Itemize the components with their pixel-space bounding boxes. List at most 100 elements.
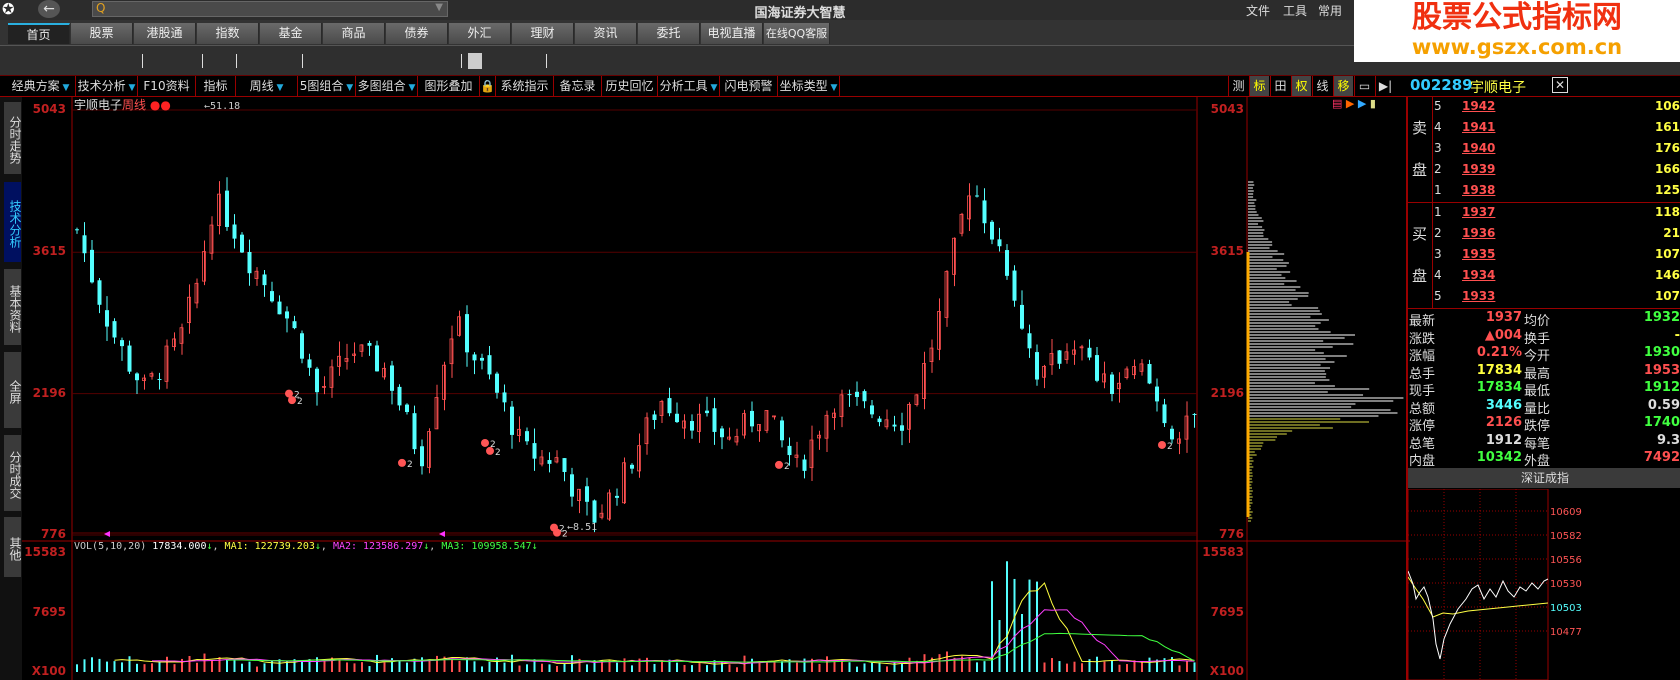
dropdown-arrow-icon[interactable]: ▼ [343,83,353,93]
right-tool-5[interactable]: 移 [1333,76,1353,96]
volume-ma-line [151,609,1195,664]
stock-code: 002289 [1410,76,1473,94]
search-input[interactable]: Q ▼ [92,1,448,17]
stat-v1: 10342 [1476,450,1522,465]
candle-body [300,333,304,359]
dropdown-arrow-icon[interactable]: ▼ [126,83,135,93]
tab-9[interactable]: 资讯 [575,23,637,44]
volume-tick-right: 15583 [1202,545,1244,559]
chevron-down-icon[interactable]: ▼ [435,2,443,13]
stat-v2: 1912 [1643,380,1680,395]
watermark-url: www.gszx.com.cn [1411,35,1623,59]
menu-common[interactable]: 常用 [1318,2,1342,19]
dropdown-arrow-icon[interactable]: ▼ [708,83,717,93]
range-marker-icon [439,531,445,537]
right-tool-6[interactable]: ▭ [1354,76,1374,96]
tab-11[interactable]: 电视直播 [701,23,763,44]
index-tick: 10556 [1550,555,1582,566]
menu-tools[interactable]: 工具 [1283,2,1307,19]
toolbar-label: 技术分析 [77,79,126,93]
back-button[interactable]: ← [38,0,60,18]
toolbar-item-3[interactable]: 指标 [196,76,236,96]
sidebar-tab-2[interactable]: 基本资料 [4,269,22,345]
bars-icon[interactable]: ▤ [1332,97,1342,110]
tab-3[interactable]: 指数 [197,23,259,44]
bookmark-icon[interactable]: ▮ [1370,97,1376,110]
toolbar-item-11[interactable]: 历史回忆 [602,76,658,96]
signal-label: 2 [1167,442,1173,452]
stat-v1: ▲004 [1484,327,1522,343]
dropdown-arrow-icon[interactable]: ▼ [60,83,69,93]
stat-k2: 外盘 [1524,454,1551,469]
candle-body [1110,374,1114,394]
order-lvl: 2 [1434,162,1442,176]
tab-6[interactable]: 债券 [386,23,448,44]
toolbar-item-10[interactable]: 备忘录 [554,76,602,96]
order-vol: 146 [1654,268,1680,282]
tab-5[interactable]: 商品 [323,23,385,44]
index-title[interactable]: 深证成指 [1408,468,1680,488]
order-price: 1940 [1462,141,1496,155]
toolbar-item-9[interactable]: 系统指示 [496,76,554,96]
candle-body [472,354,477,361]
price-tick-left: 5043 [32,102,66,116]
candle-body [720,428,724,438]
toolbar-item-13[interactable]: 闪电预警 [720,76,778,96]
signal-dot [288,396,296,405]
sidebar-tab-0[interactable]: 分时走势 [4,102,22,174]
news-icon[interactable] [468,53,482,69]
menu-file[interactable]: 文件 [1246,2,1270,19]
flag-blue-icon[interactable]: ▶ [1358,97,1366,110]
toolbar-item-1[interactable]: 技术分析 ▼ [76,76,138,96]
candle-body [997,239,1002,247]
toolbar-item-6[interactable]: 多图组合 ▼ [356,76,418,96]
right-tool-2[interactable]: 田 [1270,76,1290,96]
search-icon: Q [96,1,106,15]
flag-red-icon[interactable]: ▶ [1346,97,1354,110]
signal-label: 2 [495,448,501,458]
right-tool-7[interactable]: ▶| [1375,76,1395,96]
dropdown-arrow-icon[interactable]: ▼ [828,83,837,93]
dropdown-arrow-icon[interactable]: ▼ [406,83,415,93]
period-label[interactable]: 周线 [122,98,146,112]
index-tick: 10609 [1550,507,1582,518]
tab-8[interactable]: 理财 [512,23,574,44]
sidebar-tab-3[interactable]: 全屏 [4,352,22,428]
candle-body [1012,270,1017,301]
tab-4[interactable]: 基金 [260,23,322,44]
toolbar-item-5[interactable]: 5图组合 ▼ [298,76,356,96]
stat-k1: 最新 [1409,314,1436,329]
candle-body [375,345,379,372]
toolbar-item-0[interactable]: 经典方案 ▼ [6,76,76,96]
right-tool-3[interactable]: 权 [1291,76,1311,96]
toolbar-item-2[interactable]: F10资料 [138,76,196,96]
candle-body [1057,350,1062,364]
kline-chart[interactable]: 222222222 宇顺电子周线 ●● ←51.18 ←8.51 VOL(5,1… [22,97,1410,680]
app-logo-icon[interactable]: ✪ [2,0,24,18]
tab-2[interactable]: 港股通 [134,23,196,44]
right-tool-1[interactable]: 标 [1249,76,1269,96]
stat-k1: 涨幅 [1409,349,1436,364]
sidebar-tab-5[interactable]: 其他 [4,517,22,577]
candle-body [1192,413,1197,415]
toolbar-item-8[interactable]: 🔒 [480,76,496,96]
toolbar-item-4[interactable]: 周线 ▼ [236,76,298,96]
tab-7[interactable]: 外汇 [449,23,511,44]
candle-body [510,406,514,435]
tab-10[interactable]: 委托 [638,23,700,44]
tab-12[interactable]: 在线QQ客服 [764,23,830,44]
right-tool-0[interactable]: 测 [1228,76,1248,96]
toolbar-item-12[interactable]: 分析工具 ▼ [658,76,720,96]
toolbar-item-7[interactable]: 图形叠加 [418,76,480,96]
candle-body [1147,364,1152,384]
stat-v2: - [1674,327,1680,343]
toolbar-item-14[interactable]: 坐标类型 ▼ [778,76,840,96]
tab-1[interactable]: 股票 [71,23,133,44]
volume-ma-line [114,582,1195,665]
close-icon[interactable]: ✕ [1552,77,1568,93]
sidebar-tab-4[interactable]: 分时成交 [4,435,22,511]
sidebar-tab-1[interactable]: 技术分析 [4,182,22,262]
right-tool-4[interactable]: 线 [1312,76,1332,96]
dropdown-arrow-icon[interactable]: ▼ [274,83,283,93]
tab-0[interactable]: 首页 [8,23,70,44]
